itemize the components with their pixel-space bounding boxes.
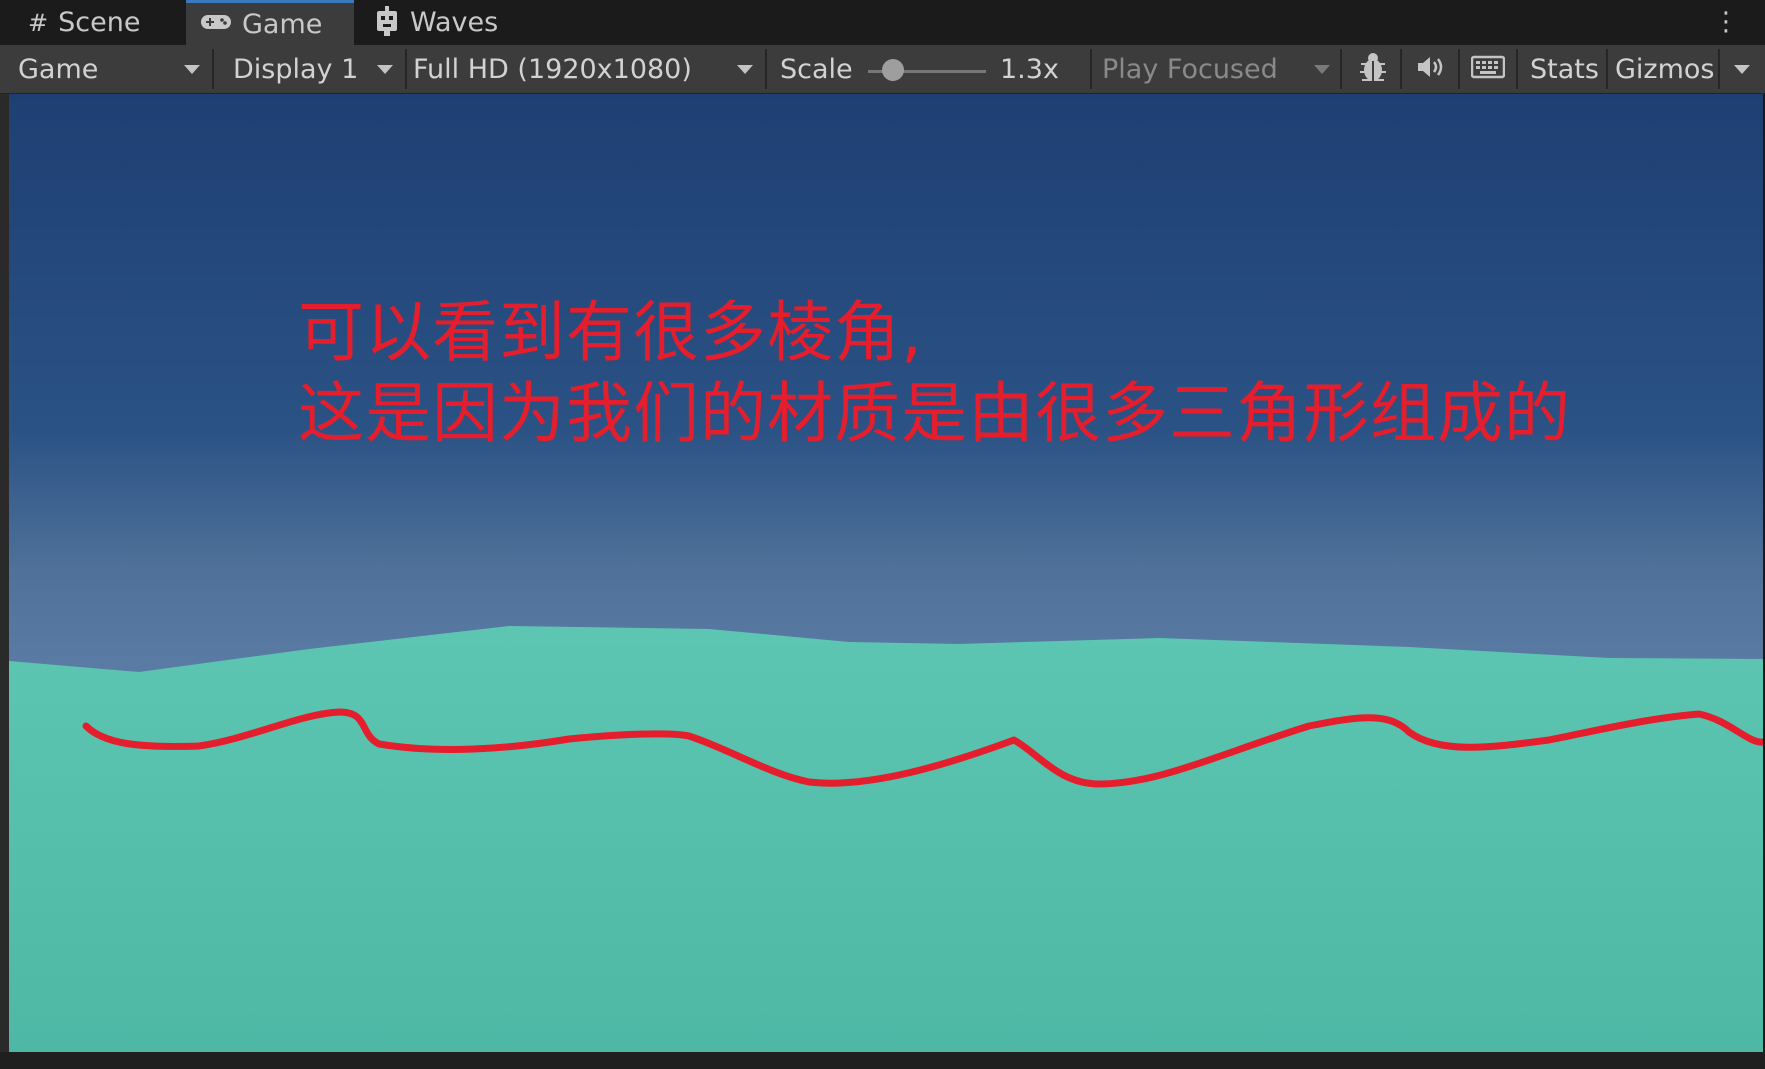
keyboard-icon bbox=[1470, 55, 1506, 83]
divider bbox=[405, 49, 407, 89]
scale-label: Scale bbox=[780, 53, 853, 85]
scale-slider-handle[interactable] bbox=[882, 59, 904, 81]
chevron-down-icon bbox=[1734, 65, 1750, 74]
shortcuts-button[interactable] bbox=[1466, 45, 1510, 93]
grid-icon: # bbox=[28, 8, 49, 37]
divider bbox=[1718, 49, 1720, 89]
divider bbox=[212, 49, 214, 89]
bottom-status-bar bbox=[0, 1052, 1765, 1069]
speaker-icon bbox=[1416, 55, 1446, 83]
mute-audio-button[interactable] bbox=[1410, 45, 1452, 93]
tab-scene-label: Scene bbox=[58, 7, 141, 38]
divider bbox=[1400, 49, 1402, 89]
tab-game-label: Game bbox=[242, 8, 323, 40]
chevron-down-icon bbox=[1314, 65, 1330, 74]
display-dropdown[interactable]: Display 1 bbox=[233, 45, 403, 93]
divider bbox=[1340, 49, 1342, 89]
gizmos-dropdown[interactable] bbox=[1724, 45, 1760, 93]
divider bbox=[1458, 49, 1460, 89]
debug-bug-button[interactable] bbox=[1352, 45, 1394, 93]
more-options-icon[interactable]: ⋮ bbox=[1713, 9, 1739, 35]
robot-icon bbox=[374, 5, 400, 40]
water-mesh bbox=[9, 626, 1763, 1052]
tab-game[interactable]: Game bbox=[186, 0, 354, 45]
chevron-down-icon bbox=[737, 65, 753, 74]
play-mode-dropdown[interactable]: Play Focused bbox=[1102, 45, 1334, 93]
tab-bar: # Scene Game Waves ⋮ bbox=[0, 0, 1765, 45]
game-view-dropdown[interactable]: Game bbox=[18, 45, 208, 93]
tab-scene[interactable]: # Scene bbox=[12, 0, 184, 45]
scene-render bbox=[9, 626, 1763, 1052]
divider bbox=[1516, 49, 1518, 89]
game-view-label: Game bbox=[18, 53, 99, 85]
tab-waves[interactable]: Waves bbox=[372, 0, 522, 45]
stats-button[interactable]: Stats bbox=[1530, 45, 1599, 93]
play-mode-label: Play Focused bbox=[1102, 53, 1278, 85]
panel-left-edge bbox=[0, 94, 9, 1052]
display-label: Display 1 bbox=[233, 53, 359, 85]
scale-value: 1.3x bbox=[1000, 53, 1059, 85]
gizmos-button[interactable]: Gizmos bbox=[1615, 45, 1714, 93]
resolution-dropdown[interactable]: Full HD (1920x1080) bbox=[413, 45, 763, 93]
divider bbox=[1606, 49, 1608, 89]
chevron-down-icon bbox=[377, 65, 393, 74]
tab-waves-label: Waves bbox=[410, 7, 499, 38]
game-viewport[interactable]: 可以看到有很多棱角, 这是因为我们的材质是由很多三角形组成的 bbox=[9, 94, 1763, 1052]
divider bbox=[1090, 49, 1092, 89]
bug-icon bbox=[1357, 50, 1389, 88]
resolution-label: Full HD (1920x1080) bbox=[413, 53, 692, 85]
chevron-down-icon bbox=[184, 65, 200, 74]
divider bbox=[765, 49, 767, 89]
gamepad-icon bbox=[200, 12, 232, 36]
annotation-line-2: 这是因为我们的材质是由很多三角形组成的 bbox=[298, 375, 1571, 452]
